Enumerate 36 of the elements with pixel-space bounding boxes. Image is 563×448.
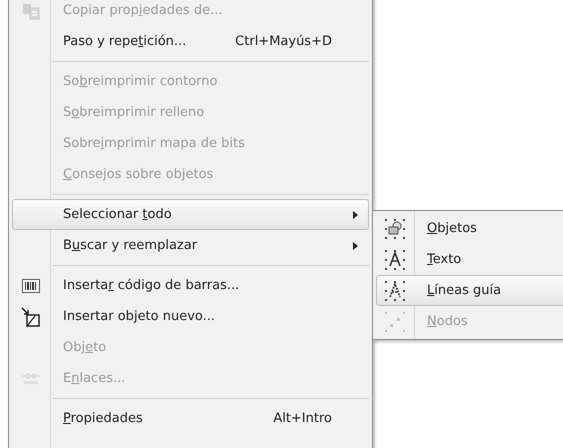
menu-item[interactable]: Insertar objeto nuevo... (12, 301, 369, 332)
menu-item-label: Objetos (427, 220, 477, 238)
menu-item-label: Buscar y reemplazar (63, 236, 198, 255)
menu-item[interactable]: Buscar y reemplazar (12, 230, 369, 261)
menu-item-label: Seleccionar todo (63, 206, 172, 224)
menu-item-label: Copiar propiedades de... (63, 2, 223, 20)
select-text-icon (384, 248, 406, 270)
menu-item-label: Insertar objeto nuevo... (63, 308, 216, 326)
menu-item-label: Insertar código de barras... (63, 276, 240, 295)
select-objects-icon (384, 218, 406, 240)
menu-item-label: Enlaces... (63, 370, 126, 388)
shortcut-text: Alt+Intro (273, 410, 332, 428)
select-nodes-icon (384, 310, 406, 332)
link-icon (22, 372, 40, 386)
menu-item-label: Consejos sobre objetos (63, 166, 214, 184)
menu-item[interactable]: Líneas guía (376, 275, 563, 306)
menu-item[interactable]: Propiedades Alt+Intro (12, 403, 369, 434)
menu-item-label: Nodos (427, 312, 468, 331)
menu-item-label: Sobreimprimir relleno (63, 104, 204, 122)
menu-item[interactable]: Seleccionar todo (12, 199, 369, 230)
menu-item[interactable]: Paso y repetición... Ctrl+Mayús+D (12, 26, 369, 57)
copy-properties-icon (22, 2, 40, 20)
menu-item-label: Paso y repetición... (63, 32, 186, 51)
insert-object-icon (21, 306, 41, 326)
menu-item[interactable]: Objetos (376, 213, 563, 244)
menu-item-label: Objeto (63, 338, 106, 357)
menu-item-label: Sobreimprimir mapa de bits (63, 134, 245, 153)
menu-item-label: Líneas guía (427, 282, 502, 300)
menu-item-label: Texto (427, 250, 462, 269)
barcode-icon (22, 278, 40, 292)
shortcut-text: Ctrl+Mayús+D (235, 32, 332, 51)
menu-item[interactable]: Insertar código de barras... (12, 270, 369, 301)
menu-item-label: Propiedades (63, 410, 143, 428)
menu-item-label: Sobreimprimir contorno (63, 72, 218, 91)
select-guides-icon (384, 280, 406, 302)
menu-item[interactable]: Texto (376, 244, 563, 275)
